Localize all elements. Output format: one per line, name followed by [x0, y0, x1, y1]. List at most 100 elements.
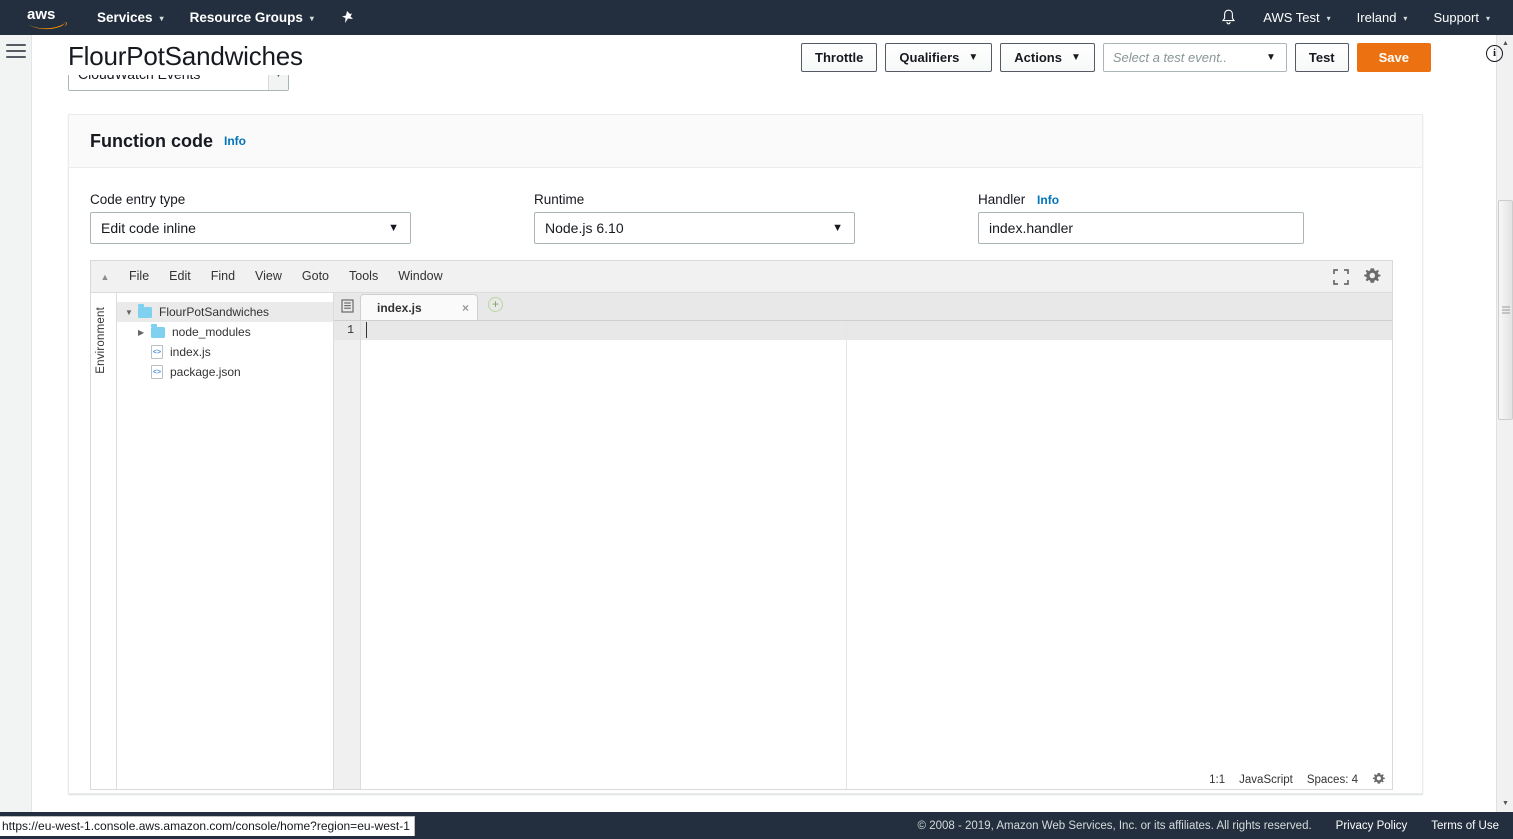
environment-label: Environment: [95, 307, 107, 374]
save-button[interactable]: Save: [1356, 43, 1431, 72]
handler-input[interactable]: [978, 212, 1304, 244]
nav-item-resource-groups-label: Resource Groups: [189, 10, 303, 25]
editor-tab-label: index.js: [377, 300, 422, 315]
editor-tab-index-js[interactable]: index.js ×: [360, 294, 478, 320]
runtime-select[interactable]: Node.js 6.10 ▼: [534, 212, 855, 244]
nav-item-services[interactable]: Services ▾: [84, 0, 177, 35]
nav-item-account[interactable]: AWS Test ▾: [1250, 0, 1343, 35]
gear-icon[interactable]: [1372, 772, 1386, 787]
editor-status-bar: 1:1 JavaScript Spaces: 4: [1209, 769, 1392, 789]
code-entry-type-field: Code entry type Edit code inline ▼: [90, 192, 534, 244]
info-icon[interactable]: i: [1486, 45, 1503, 62]
page-title: FlourPotSandwiches: [68, 41, 303, 71]
actions-button-label: Actions: [1014, 50, 1062, 65]
line-number-gutter: 1: [334, 321, 361, 789]
code-editor-surface[interactable]: 1 1:1 JavaScript Spaces: 4: [334, 321, 1392, 789]
trigger-type-dropdown[interactable]: CloudWatch Events ▼: [68, 75, 289, 91]
add-tab-plus-icon[interactable]: +: [488, 297, 503, 312]
nav-item-account-label: AWS Test: [1263, 10, 1320, 25]
code-entry-type-select[interactable]: Edit code inline ▼: [90, 212, 411, 244]
test-button[interactable]: Test: [1294, 43, 1349, 72]
tree-item-label: node_modules: [172, 325, 251, 339]
nav-right-group: AWS Test ▾ Ireland ▾ Support ▾: [1207, 0, 1513, 35]
editor-menu-find[interactable]: Find: [201, 261, 245, 292]
editor-menu-goto[interactable]: Goto: [292, 261, 339, 292]
editor-menu-view[interactable]: View: [245, 261, 292, 292]
js-file-icon: <>: [151, 345, 163, 359]
test-event-select[interactable]: Select a test event.. ▼: [1102, 43, 1287, 72]
cursor-position-status[interactable]: 1:1: [1209, 774, 1225, 786]
nav-item-support[interactable]: Support ▾: [1420, 0, 1503, 35]
page-scrollbar[interactable]: ▲ ▼: [1496, 35, 1513, 812]
text-cursor: [366, 322, 367, 338]
editor-collapse-toggle[interactable]: ▲: [91, 272, 119, 282]
page-footer: https://eu-west-1.console.aws.amazon.com…: [0, 812, 1513, 839]
editor-pane: index.js × + 1 1:1 JavaScript Spaces: 4: [334, 292, 1392, 789]
chevron-right-icon[interactable]: ▶: [138, 328, 151, 337]
tree-item-label: index.js: [170, 345, 211, 359]
editor-menu-file[interactable]: File: [119, 261, 159, 292]
function-code-title: Function code: [90, 130, 213, 151]
tree-item-index-js[interactable]: <> index.js: [117, 342, 333, 362]
terms-of-use-link[interactable]: Terms of Use: [1431, 820, 1499, 832]
nav-item-services-label: Services: [97, 10, 153, 25]
qualifiers-button-label: Qualifiers: [899, 50, 960, 65]
function-code-panel: Function code Info Code entry type Edit …: [68, 114, 1423, 794]
chevron-down-icon: ▾: [1403, 14, 1408, 23]
handler-info-link[interactable]: Info: [1037, 193, 1059, 207]
throttle-button[interactable]: Throttle: [801, 43, 878, 72]
scrollbar-thumb[interactable]: [1498, 200, 1513, 420]
scroll-down-arrow-icon[interactable]: ▼: [1497, 795, 1513, 812]
hamburger-bar: [6, 50, 26, 52]
page-header: FlourPotSandwiches Throttle Qualifiers ▼…: [32, 35, 1455, 91]
environment-strip[interactable]: Environment: [91, 293, 117, 789]
sidebar-toggle-hamburger-icon[interactable]: [6, 44, 26, 62]
gear-icon[interactable]: [1363, 267, 1382, 286]
throttle-button-label: Throttle: [815, 50, 864, 65]
chevron-down-icon: ▼: [388, 222, 399, 234]
nav-item-resource-groups[interactable]: Resource Groups ▾: [177, 0, 327, 35]
notifications-bell-icon[interactable]: [1207, 0, 1250, 35]
tree-item-package-json[interactable]: <> package.json: [117, 362, 333, 382]
svg-text:aws: aws: [27, 6, 55, 23]
runtime-value: Node.js 6.10: [545, 220, 624, 236]
handler-field: Handler Info: [978, 192, 1304, 244]
handler-label-text: Handler: [978, 192, 1026, 207]
footer-right-group: © 2008 - 2019, Amazon Web Services, Inc.…: [918, 820, 1513, 832]
header-action-buttons: Throttle Qualifiers ▼ Actions ▼ Select a…: [793, 43, 1431, 72]
chevron-down-icon[interactable]: ▼: [125, 308, 138, 317]
tab-list-menu-icon[interactable]: [334, 292, 360, 320]
qualifiers-button[interactable]: Qualifiers ▼: [885, 43, 993, 72]
nav-item-region-label: Ireland: [1356, 10, 1397, 25]
function-code-panel-header: Function code Info: [69, 115, 1422, 168]
chevron-down-icon: ▼: [1070, 52, 1081, 63]
tree-item-flourpotsandwiches[interactable]: ▼ FlourPotSandwiches: [117, 302, 333, 322]
pin-icon[interactable]: [327, 0, 368, 35]
clipped-trigger-dropdown-wrap: CloudWatch Events ▼: [68, 75, 290, 91]
file-tree: ▼ FlourPotSandwiches ▶ node_modules <> i…: [117, 293, 334, 789]
print-margin-ruler: [846, 321, 847, 789]
editor-menu-edit[interactable]: Edit: [159, 261, 201, 292]
privacy-policy-link[interactable]: Privacy Policy: [1336, 820, 1408, 832]
aws-top-navigation: aws Services ▾ Resource Groups ▾ AWS Tes…: [0, 0, 1513, 35]
expand-icon[interactable]: [1333, 268, 1349, 285]
function-code-info-link[interactable]: Info: [224, 134, 246, 148]
runtime-label: Runtime: [534, 192, 585, 207]
nav-item-region[interactable]: Ireland ▾: [1344, 0, 1421, 35]
left-sidebar-rail: [0, 35, 32, 812]
code-entry-type-value: Edit code inline: [101, 220, 196, 236]
editor-menu-window[interactable]: Window: [388, 261, 452, 292]
test-event-placeholder: Select a test event..: [1112, 50, 1228, 65]
language-mode-status[interactable]: JavaScript: [1239, 774, 1293, 786]
close-icon[interactable]: ×: [462, 301, 469, 315]
aws-logo-icon[interactable]: aws: [10, 0, 84, 35]
chevron-down-icon: ▾: [1326, 14, 1331, 23]
indent-setting-status[interactable]: Spaces: 4: [1307, 774, 1358, 786]
editor-menu-tools[interactable]: Tools: [339, 261, 388, 292]
chevron-down-icon: ▾: [309, 14, 314, 23]
actions-button[interactable]: Actions ▼: [1000, 43, 1095, 72]
code-entry-type-label: Code entry type: [90, 192, 186, 207]
tree-item-node-modules[interactable]: ▶ node_modules: [117, 322, 333, 342]
tree-item-label: package.json: [170, 365, 241, 379]
folder-icon: [151, 323, 165, 338]
